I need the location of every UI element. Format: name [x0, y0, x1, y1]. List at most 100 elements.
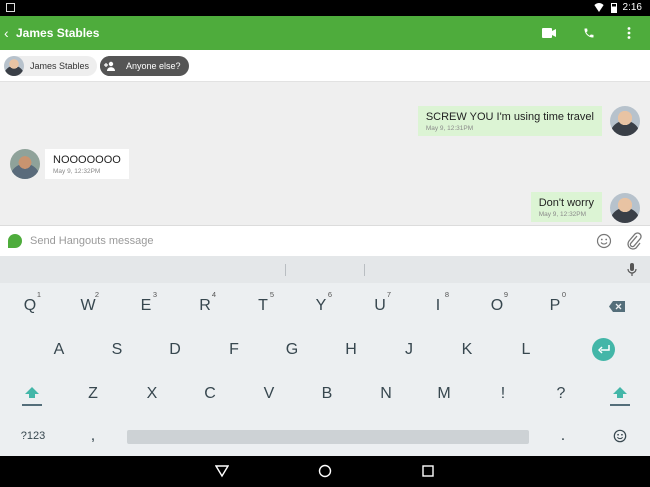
key-i[interactable]: I8	[421, 290, 455, 321]
emoji-icon	[613, 429, 627, 443]
conversation-view[interactable]: SCREW YOU I'm using time travel May 9, 1…	[0, 82, 650, 225]
avatar	[4, 56, 24, 76]
app-actions	[540, 24, 638, 42]
key-hint: 1	[36, 290, 41, 299]
suggestion-strip	[0, 256, 650, 283]
suggestion-divider	[285, 264, 286, 276]
back-icon[interactable]: ‹	[4, 26, 9, 40]
emoji-icon[interactable]	[596, 233, 612, 249]
key-a[interactable]: A	[42, 335, 76, 365]
status-time: 2:16	[622, 2, 642, 13]
message-input[interactable]	[30, 231, 570, 251]
status-icons: 2:16	[592, 2, 642, 13]
key-hint: 9	[503, 290, 508, 299]
message-text: NOOOOOOO	[53, 154, 121, 166]
key-v[interactable]: V	[252, 379, 286, 409]
participant-chip-james[interactable]: James Stables	[4, 56, 98, 76]
hangouts-icon	[8, 234, 22, 248]
message-bubble[interactable]: SCREW YOU I'm using time travel May 9, 1…	[417, 106, 602, 136]
status-bar: 2:16	[0, 0, 650, 16]
home-nav-icon[interactable]	[318, 464, 332, 478]
attachment-icon[interactable]	[626, 232, 642, 250]
emoji-key[interactable]	[605, 423, 635, 449]
avatar[interactable]	[610, 193, 640, 223]
shift-key-right[interactable]	[603, 379, 637, 413]
key-l[interactable]: L	[509, 335, 543, 365]
key-hint: 7	[386, 290, 391, 299]
key-label: T	[258, 297, 268, 314]
wifi-icon	[592, 3, 605, 12]
backspace-key[interactable]	[600, 291, 634, 321]
backspace-icon	[609, 300, 625, 312]
navigation-bar	[0, 456, 650, 487]
key-q[interactable]: Q1	[13, 290, 47, 321]
message-timestamp: May 9, 12:32PM	[538, 211, 587, 218]
microphone-icon[interactable]	[626, 263, 638, 277]
key-d[interactable]: D	[158, 335, 192, 365]
key-h[interactable]: H	[334, 335, 368, 365]
message-text: Don't worry	[538, 197, 594, 209]
key-question[interactable]: ?	[544, 379, 578, 409]
conversation-title: James Stables	[16, 26, 100, 40]
key-t[interactable]: T5	[246, 290, 280, 321]
key-y[interactable]: Y6	[304, 290, 338, 321]
message-timestamp: May 9, 12:32PM	[53, 168, 101, 175]
shift-indicator	[610, 403, 630, 406]
key-x[interactable]: X	[135, 379, 169, 409]
phone-icon[interactable]	[580, 24, 598, 42]
add-participant-label: Anyone else?	[126, 61, 181, 71]
key-label: E	[140, 297, 152, 314]
key-c[interactable]: C	[193, 379, 227, 409]
key-label: Y	[315, 297, 327, 314]
key-n[interactable]: N	[369, 379, 403, 409]
message-timestamp: May 9, 12:31PM	[425, 125, 474, 132]
key-f[interactable]: F	[217, 335, 251, 365]
key-r[interactable]: R4	[188, 290, 222, 321]
shift-key-left[interactable]	[15, 379, 49, 413]
key-hint: 4	[211, 290, 216, 299]
message-composer	[0, 225, 650, 256]
participants-bar: James Stables Anyone else?	[0, 50, 650, 82]
key-period[interactable]: .	[548, 423, 578, 449]
symbols-key[interactable]: ?123	[13, 423, 53, 449]
key-hint: 2	[94, 290, 99, 299]
back-nav-icon[interactable]	[214, 464, 230, 478]
key-exclamation[interactable]: !	[486, 379, 520, 409]
key-s[interactable]: S	[100, 335, 134, 365]
key-k[interactable]: K	[450, 335, 484, 365]
app-bar: ‹ James Stables	[0, 16, 650, 50]
key-j[interactable]: J	[392, 335, 426, 365]
key-o[interactable]: O9	[480, 290, 514, 321]
key-label: Q	[23, 297, 37, 314]
key-u[interactable]: U7	[363, 290, 397, 321]
key-g[interactable]: G	[275, 335, 309, 365]
enter-icon	[597, 345, 610, 354]
battery-icon	[610, 2, 617, 13]
key-m[interactable]: M	[427, 379, 461, 409]
key-e[interactable]: E3	[129, 290, 163, 321]
key-p[interactable]: P0	[538, 290, 572, 321]
recents-nav-icon[interactable]	[421, 464, 435, 478]
video-call-icon[interactable]	[540, 24, 558, 42]
key-hint: 0	[561, 290, 566, 299]
key-z[interactable]: Z	[76, 379, 110, 409]
add-participant-chip[interactable]: Anyone else?	[100, 56, 189, 76]
key-label: U	[374, 297, 386, 314]
message-bubble[interactable]: Don't worry May 9, 12:32PM	[530, 192, 602, 222]
more-icon[interactable]	[620, 24, 638, 42]
message-bubble[interactable]: NOOOOOOO May 9, 12:32PM	[45, 149, 129, 179]
enter-key[interactable]	[592, 338, 615, 361]
key-b[interactable]: B	[310, 379, 344, 409]
key-hint: 5	[269, 290, 274, 299]
key-hint: 6	[327, 290, 332, 299]
key-label: W	[80, 297, 96, 314]
space-key[interactable]	[127, 430, 529, 444]
key-w[interactable]: W2	[71, 290, 105, 321]
avatar[interactable]	[10, 149, 40, 179]
message-text: SCREW YOU I'm using time travel	[425, 111, 594, 123]
avatar[interactable]	[610, 106, 640, 136]
key-hint: 8	[444, 290, 449, 299]
key-comma[interactable]: ,	[78, 423, 108, 449]
key-label: R	[199, 297, 211, 314]
on-screen-keyboard: Q1 W2 E3 R4 T5 Y6 U7 I8 O9 P0 A S D F G …	[0, 283, 650, 456]
